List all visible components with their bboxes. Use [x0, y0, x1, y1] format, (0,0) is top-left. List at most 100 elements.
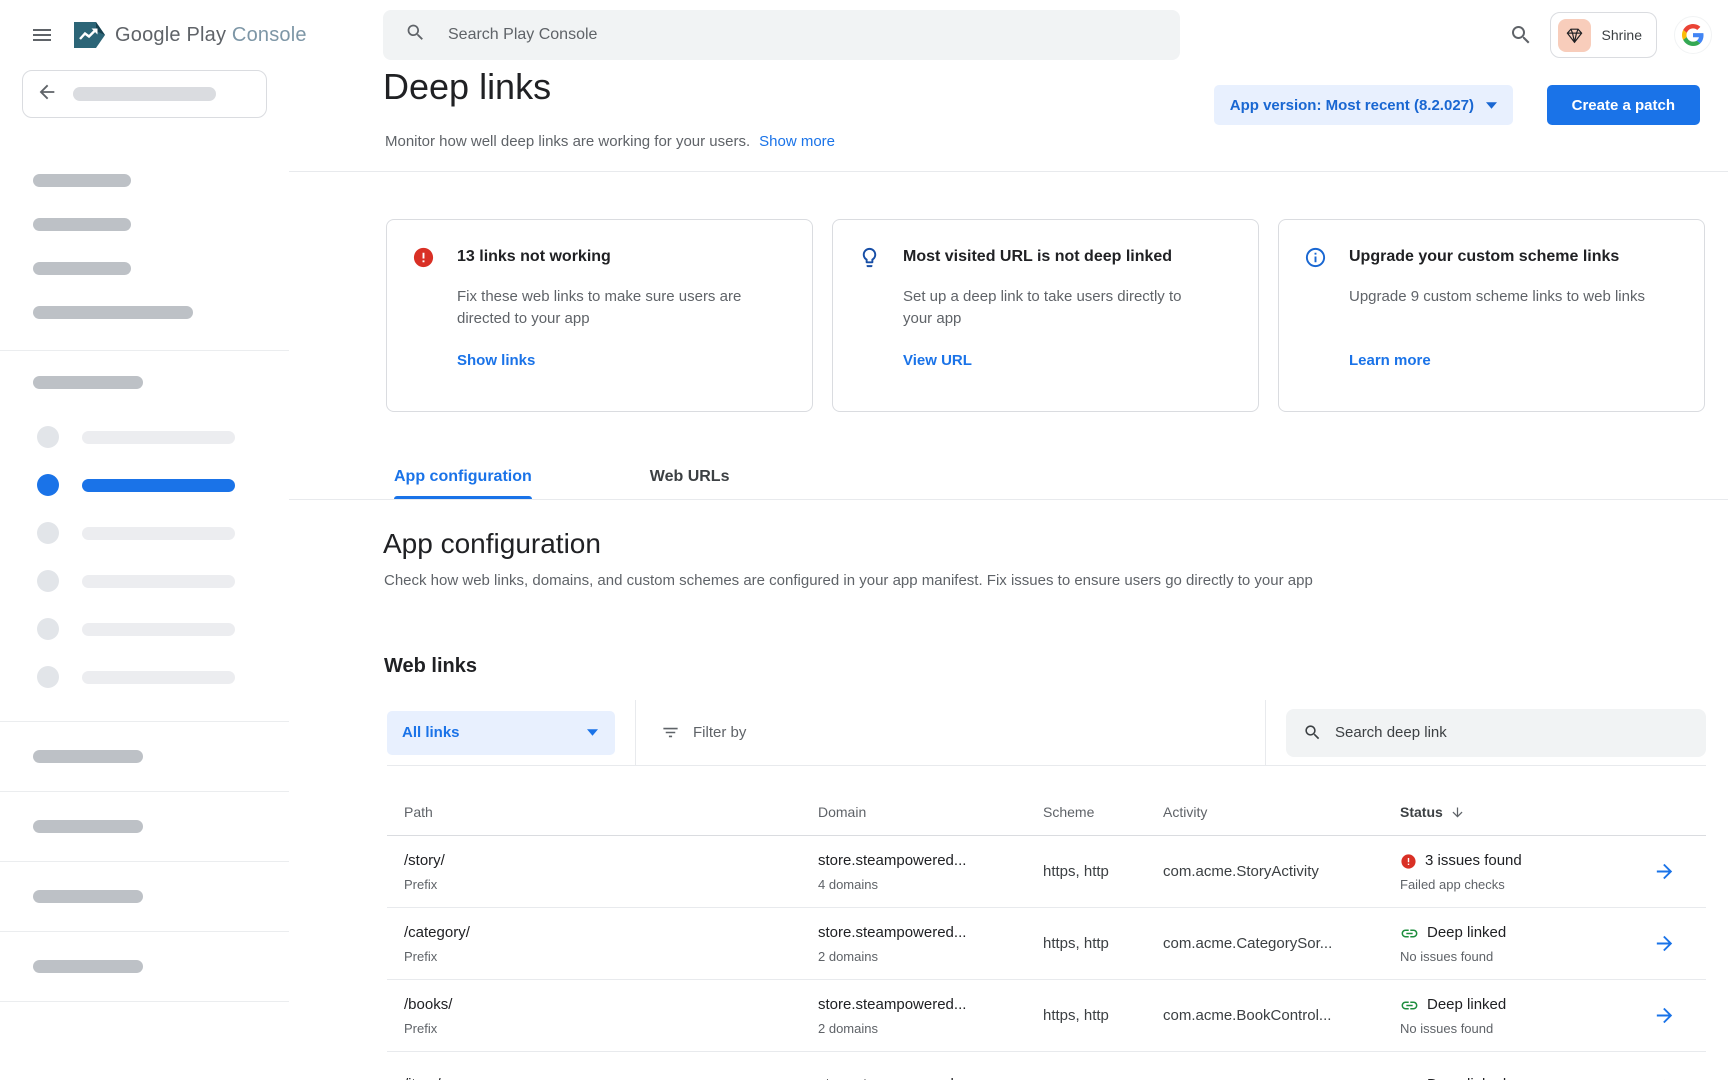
play-console-logo-icon	[72, 20, 106, 50]
menu-icon[interactable]	[30, 22, 54, 48]
column-header-scheme[interactable]: Scheme	[1043, 804, 1163, 835]
card-most-visited-url: Most visited URL is not deep linked Set …	[832, 219, 1259, 412]
sidebar-section[interactable]	[0, 792, 289, 861]
skeleton-nav-label	[82, 671, 235, 684]
table-row[interactable]: /books/Prefix store.steampowered... 2 dom…	[387, 980, 1706, 1052]
skeleton-nav-item	[33, 218, 131, 231]
current-app-selector[interactable]: Shrine	[1550, 12, 1657, 58]
path-type: Prefix	[404, 1021, 818, 1036]
nav-item-icon	[37, 522, 59, 544]
back-arrow-icon[interactable]	[36, 81, 58, 108]
filter-by-button[interactable]: Filter by	[661, 723, 746, 742]
view-url-link[interactable]: View URL	[903, 352, 972, 369]
card-body: Fix these web links to make sure users a…	[457, 286, 767, 330]
google-account-avatar[interactable]	[1674, 16, 1712, 54]
status-detail: No issues found	[1400, 1021, 1620, 1036]
skeleton-nav-label	[82, 431, 235, 444]
column-header-domain[interactable]: Domain	[818, 804, 1043, 835]
card-body: Upgrade 9 custom scheme links to web lin…	[1349, 286, 1645, 308]
create-patch-button[interactable]: Create a patch	[1547, 85, 1700, 125]
activity-value: com.acme.StoryActivity	[1163, 863, 1400, 880]
sidebar-nav-item[interactable]	[0, 653, 289, 701]
skeleton-nav-item	[33, 174, 131, 187]
sidebar-section[interactable]	[0, 932, 289, 1001]
app-version-dropdown[interactable]: App version: Most recent (8.2.027)	[1214, 85, 1513, 125]
row-arrow-icon[interactable]	[1653, 932, 1676, 955]
path-value: /story/	[404, 851, 818, 871]
insight-cards: 13 links not working Fix these web links…	[386, 219, 1705, 412]
domain-count: 2 domains	[818, 949, 1043, 964]
row-arrow-icon[interactable]	[1653, 1004, 1676, 1027]
web-links-table: Path Domain Scheme Activity Status /stor…	[387, 766, 1706, 1080]
status-detail: Failed app checks	[1400, 877, 1620, 892]
table-row[interactable]: /item/ store.steampowered... Deep linked	[387, 1052, 1706, 1080]
domain-value: store.steampowered...	[818, 851, 1043, 871]
skeleton-nav-label	[82, 527, 235, 540]
domain-count: 2 domains	[818, 1021, 1043, 1036]
play-console-logo[interactable]: Google Play Console	[72, 20, 307, 50]
toolbar-divider	[635, 700, 636, 766]
card-upgrade-custom-schemes: Upgrade your custom scheme links Upgrade…	[1278, 219, 1705, 412]
search-icon-button[interactable]	[1509, 23, 1533, 47]
activity-value: com.acme.BookControl...	[1163, 1007, 1400, 1024]
section-description: Check how web links, domains, and custom…	[384, 572, 1313, 589]
scheme-value: https, http	[1043, 1007, 1163, 1024]
column-header-activity[interactable]: Activity	[1163, 804, 1400, 835]
search-icon	[1303, 723, 1322, 742]
row-arrow-icon[interactable]	[1653, 1076, 1676, 1080]
tab-app-configuration[interactable]: App configuration	[394, 468, 532, 499]
sidebar-nav-item[interactable]	[0, 509, 289, 557]
column-header-status[interactable]: Status	[1400, 804, 1620, 835]
app-selector-collapsed[interactable]	[22, 70, 267, 118]
learn-more-link[interactable]: Learn more	[1349, 352, 1431, 369]
nav-item-icon	[37, 666, 59, 688]
global-search-field[interactable]	[383, 10, 1180, 60]
filter-icon	[661, 723, 680, 742]
row-arrow-icon[interactable]	[1653, 860, 1676, 883]
show-more-link[interactable]: Show more	[759, 133, 835, 150]
table-row[interactable]: /category/Prefix store.steampowered...2 …	[387, 908, 1706, 980]
status-value: Deep linked	[1427, 1075, 1506, 1080]
card-links-not-working: 13 links not working Fix these web links…	[386, 219, 813, 412]
logo-text: Google Play Console	[115, 24, 307, 47]
sidebar-nav-item[interactable]	[0, 605, 289, 653]
search-icon	[405, 22, 426, 48]
toolbar-divider	[1265, 700, 1266, 766]
links-filter-dropdown[interactable]: All links	[387, 711, 615, 755]
table-row[interactable]: /story/Prefix store.steampowered...4 dom…	[387, 836, 1706, 908]
sidebar-section[interactable]	[0, 862, 289, 931]
page-subtitle: Monitor how well deep links are working …	[385, 133, 750, 150]
global-search-input[interactable]	[448, 26, 1048, 44]
deep-link-search-field[interactable]	[1286, 709, 1706, 757]
path-value: /item/	[404, 1075, 818, 1080]
sidebar-section[interactable]	[0, 722, 289, 791]
sidebar-divider	[0, 1001, 289, 1002]
sidebar-nav-item[interactable]	[0, 557, 289, 605]
sidebar: Google Play Console	[0, 0, 289, 1080]
skeleton-nav-label	[82, 479, 235, 492]
sort-descending-icon	[1450, 805, 1465, 820]
table-toolbar: All links Filter by	[387, 700, 1706, 766]
status-value: Deep linked	[1427, 923, 1506, 943]
skeleton-section-header	[33, 750, 143, 763]
column-header-path[interactable]: Path	[387, 804, 818, 835]
google-logo-icon	[1682, 24, 1704, 46]
link-icon	[1400, 1075, 1419, 1080]
skeleton-nav-label	[82, 575, 235, 588]
status-detail: No issues found	[1400, 949, 1620, 964]
path-value: /books/	[404, 995, 818, 1015]
domain-count: 4 domains	[818, 877, 1043, 892]
skeleton-nav-item	[33, 306, 193, 319]
tab-bar: App configuration Web URLs	[289, 458, 1728, 500]
status-value: 3 issues found	[1425, 851, 1522, 871]
sidebar-nav-item[interactable]	[0, 413, 289, 461]
current-app-name: Shrine	[1602, 27, 1642, 43]
tab-web-urls[interactable]: Web URLs	[650, 468, 730, 499]
skeleton-nav-label	[82, 623, 235, 636]
deep-link-search-input[interactable]	[1335, 724, 1665, 741]
domain-value: store.steampowered...	[818, 995, 1043, 1015]
chevron-down-icon	[1486, 102, 1497, 109]
lightbulb-icon	[858, 246, 881, 274]
show-links-link[interactable]: Show links	[457, 352, 535, 369]
sidebar-nav-item-active[interactable]	[0, 461, 289, 509]
